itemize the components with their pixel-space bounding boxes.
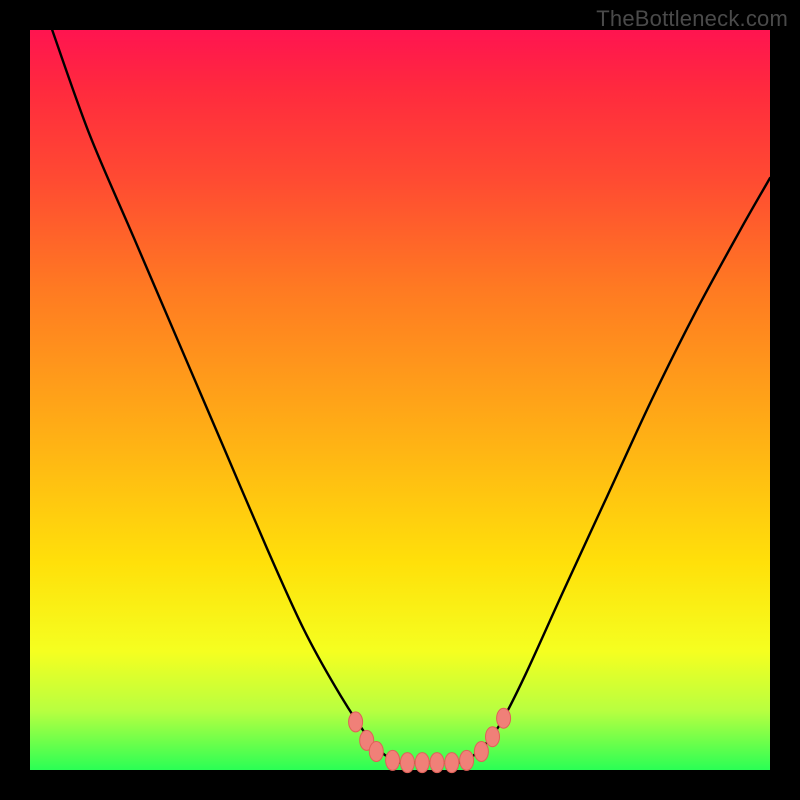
curve-marker [386, 750, 400, 770]
curve-marker [497, 708, 511, 728]
curve-marker [460, 750, 474, 770]
curve-marker [486, 727, 500, 747]
curve-marker [369, 742, 383, 762]
plot-area [30, 30, 770, 770]
watermark-text: TheBottleneck.com [596, 6, 788, 32]
curve-marker [430, 753, 444, 773]
curve-marker [349, 712, 363, 732]
curve-marker [445, 753, 459, 773]
curve-marker [400, 753, 414, 773]
curve-markers [349, 708, 511, 772]
curve-marker [474, 742, 488, 762]
bottleneck-curve [52, 30, 770, 763]
curve-marker [415, 753, 429, 773]
chart-frame: TheBottleneck.com [0, 0, 800, 800]
chart-svg [30, 30, 770, 770]
